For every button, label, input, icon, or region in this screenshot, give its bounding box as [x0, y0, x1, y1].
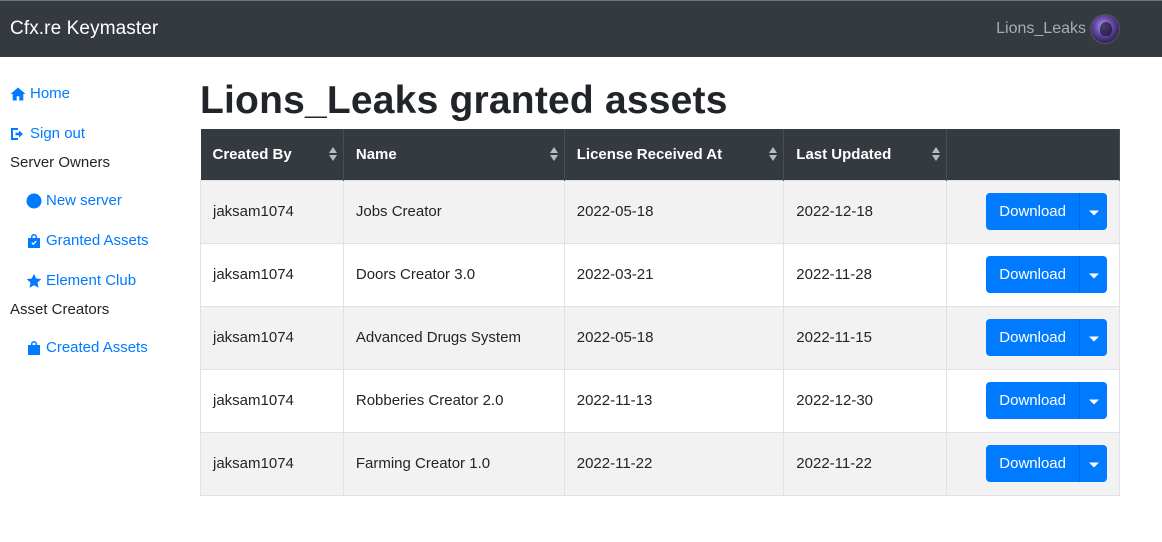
caret-down-icon[interactable]: [1079, 319, 1107, 356]
cell-name: Doors Creator 3.0: [342, 242, 565, 307]
table-row: jaksam1074 Jobs Creator 2022-05-18 2022-…: [200, 179, 1120, 244]
cell-updated: 2022-11-28: [783, 242, 948, 307]
sidebar-item-label: New server: [46, 192, 122, 209]
cell-received: 2022-05-18: [563, 305, 785, 370]
column-header-last-updated[interactable]: Last Updated: [783, 129, 948, 180]
cell-created-by: jaksam1074: [200, 305, 344, 370]
download-button-group: Download: [986, 445, 1107, 482]
cell-created-by: jaksam1074: [200, 431, 344, 496]
cell-updated: 2022-12-18: [783, 179, 948, 244]
cell-action: Download: [946, 242, 1120, 307]
section-heading-server-owners: Server Owners: [10, 154, 111, 171]
caret-down-icon[interactable]: [1079, 445, 1107, 482]
cell-action: Download: [946, 431, 1120, 496]
top-navbar: Cfx.re Keymaster Lions_Leaks: [0, 0, 1162, 57]
shopping-bag-icon: [26, 340, 42, 356]
caret-down-icon[interactable]: [1079, 256, 1107, 293]
home-icon: [10, 86, 26, 102]
cell-created-by: jaksam1074: [200, 179, 344, 244]
sidebar-item-label: Sign out: [30, 125, 86, 142]
download-button-group: Download: [986, 319, 1107, 356]
cell-name: Jobs Creator: [342, 179, 565, 244]
sort-icon: [932, 147, 941, 162]
page-title: Lions_Leaks granted assets: [200, 79, 728, 122]
sign-out-icon: [10, 126, 26, 142]
assets-table: Created By Name License Received At Last…: [200, 129, 1120, 496]
table-header-row: Created By Name License Received At Last…: [200, 129, 1120, 180]
cell-received: 2022-11-13: [563, 368, 785, 433]
cell-action: Download: [946, 305, 1120, 370]
caret-down-icon[interactable]: [1079, 382, 1107, 419]
sidebar-item-granted-assets[interactable]: Granted Assets: [26, 232, 149, 249]
cell-updated: 2022-12-30: [783, 368, 948, 433]
download-button[interactable]: Download: [986, 193, 1079, 230]
column-header-created-by[interactable]: Created By: [200, 129, 344, 180]
sidebar-item-label: Home: [30, 85, 71, 102]
sidebar-item-label: Element Club: [46, 272, 137, 289]
cell-name: Farming Creator 1.0: [342, 431, 565, 496]
cell-action: Download: [946, 179, 1120, 244]
sort-icon: [328, 147, 337, 162]
cell-received: 2022-03-21: [563, 242, 785, 307]
download-button[interactable]: Download: [986, 445, 1079, 482]
sidebar-item-sign-out[interactable]: Sign out: [10, 125, 85, 142]
cell-updated: 2022-11-15: [783, 305, 948, 370]
table-row: jaksam1074 Robberies Creator 2.0 2022-11…: [200, 368, 1120, 433]
cell-updated: 2022-11-22: [783, 431, 948, 496]
caret-down-icon[interactable]: [1079, 193, 1107, 230]
cell-received: 2022-05-18: [563, 179, 785, 244]
sidebar-item-created-assets[interactable]: Created Assets: [26, 339, 148, 356]
cell-name: Advanced Drugs System: [342, 305, 565, 370]
user-menu[interactable]: Lions_Leaks: [996, 14, 1120, 44]
sort-icon: [769, 147, 778, 162]
username[interactable]: Lions_Leaks: [996, 20, 1086, 38]
download-button[interactable]: Download: [986, 256, 1079, 293]
cell-name: Robberies Creator 2.0: [342, 368, 565, 433]
column-header-license-received-at[interactable]: License Received At: [564, 129, 785, 180]
brand-title[interactable]: Cfx.re Keymaster: [10, 18, 158, 40]
sidebar-item-element-club[interactable]: Element Club: [26, 272, 136, 289]
sort-icon: [549, 147, 558, 162]
download-button-group: Download: [986, 256, 1107, 293]
shopping-bag-icon: [26, 233, 42, 249]
sidebar-item-label: Granted Assets: [46, 232, 149, 249]
cell-action: Download: [946, 368, 1120, 433]
sidebar-item-label: Created Assets: [46, 339, 148, 356]
download-button-group: Download: [986, 193, 1107, 230]
column-header-actions: [946, 129, 1120, 180]
star-icon: [26, 273, 42, 289]
globe-icon: [26, 193, 42, 209]
table-row: jaksam1074 Farming Creator 1.0 2022-11-2…: [200, 431, 1120, 496]
sidebar-item-home[interactable]: Home: [10, 85, 70, 102]
column-header-name[interactable]: Name: [343, 129, 565, 180]
download-button[interactable]: Download: [986, 319, 1079, 356]
sidebar-item-new-server[interactable]: New server: [26, 192, 122, 209]
download-button-group: Download: [986, 382, 1107, 419]
download-button[interactable]: Download: [986, 382, 1079, 419]
section-heading-asset-creators: Asset Creators: [10, 301, 110, 318]
avatar[interactable]: [1090, 14, 1120, 44]
table-row: jaksam1074 Doors Creator 3.0 2022-03-21 …: [200, 242, 1120, 307]
table-row: jaksam1074 Advanced Drugs System 2022-05…: [200, 305, 1120, 370]
cell-created-by: jaksam1074: [200, 242, 344, 307]
cell-received: 2022-11-22: [563, 431, 785, 496]
cell-created-by: jaksam1074: [200, 368, 344, 433]
